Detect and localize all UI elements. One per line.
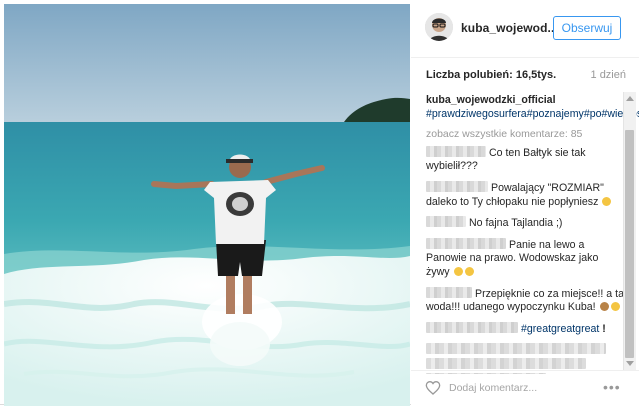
likes-count[interactable]: Liczba polubień: 16,5tys. [426, 69, 556, 81]
caption-hashtags[interactable]: #prawdziwegosurfera#poznajemy#po#wielkos… [426, 108, 639, 120]
more-options-icon[interactable]: ••• [603, 380, 621, 394]
post-footer: ••• [411, 370, 639, 407]
scrollbar-thumb[interactable] [625, 130, 634, 358]
comment-text[interactable]: #greatgreatgreat [521, 323, 599, 335]
comment-item: #greatgreatgreat ! [426, 321, 624, 337]
comments-list: kuba_wojewodzki_official #prawdziwegosur… [411, 84, 639, 374]
emoji-icon [599, 302, 609, 312]
post-sidebar: kuba_wojewod... Obserwuj Liczba polubień… [411, 0, 639, 406]
blurred-username [426, 216, 466, 228]
blurred-username [426, 145, 486, 157]
blurred-username [426, 321, 518, 333]
emoji-icon [602, 196, 612, 206]
heart-icon[interactable] [425, 380, 441, 396]
post-time[interactable]: 1 dzień [591, 69, 626, 81]
blurred-comment [426, 343, 606, 355]
comment-item: Co ten Bałtyk sie tak wybielił??? [426, 145, 624, 174]
follow-button[interactable]: Obserwuj [553, 16, 621, 40]
comments-scrollbar[interactable] [623, 92, 636, 370]
comment-item: Panie na lewo a Panowie na prawo. Wodows… [426, 237, 624, 280]
likes-row: Liczba polubień: 16,5tys. 1 dzień [426, 69, 626, 81]
avatar[interactable] [425, 13, 453, 41]
comment-input[interactable] [449, 380, 599, 396]
scroll-down-arrow-icon[interactable] [626, 361, 634, 366]
blurred-username [426, 180, 488, 192]
caption: kuba_wojewodzki_official #prawdziwegosur… [426, 94, 639, 121]
emoji-icon [464, 266, 474, 276]
scroll-up-arrow-icon[interactable] [626, 96, 634, 101]
comment-item: No fajna Tajlandia ;) [426, 216, 624, 231]
exclamation-mark: ! [602, 322, 606, 335]
comment-item: Powalający "ROZMIAR" daleko to Ty chłopa… [426, 180, 624, 209]
header-username[interactable]: kuba_wojewod... [461, 21, 558, 35]
beach-photo-image [4, 4, 410, 406]
comment-item: Przepięknie co za miejsce!! a ta woda!!!… [426, 286, 624, 315]
emoji-icon [453, 266, 463, 276]
blurred-username [426, 286, 472, 298]
blurred-comment [426, 358, 586, 370]
caption-username[interactable]: kuba_wojewodzki_official [426, 94, 556, 106]
emoji-icon [610, 302, 620, 312]
blurred-username [426, 237, 506, 249]
comment-text: No fajna Tajlandia ;) [469, 217, 563, 230]
post-photo[interactable] [4, 4, 410, 406]
post-header: kuba_wojewod... Obserwuj [411, 0, 639, 58]
avatar-image [425, 13, 453, 41]
view-all-comments-link[interactable]: zobacz wszystkie komentarze: 85 [426, 128, 624, 142]
